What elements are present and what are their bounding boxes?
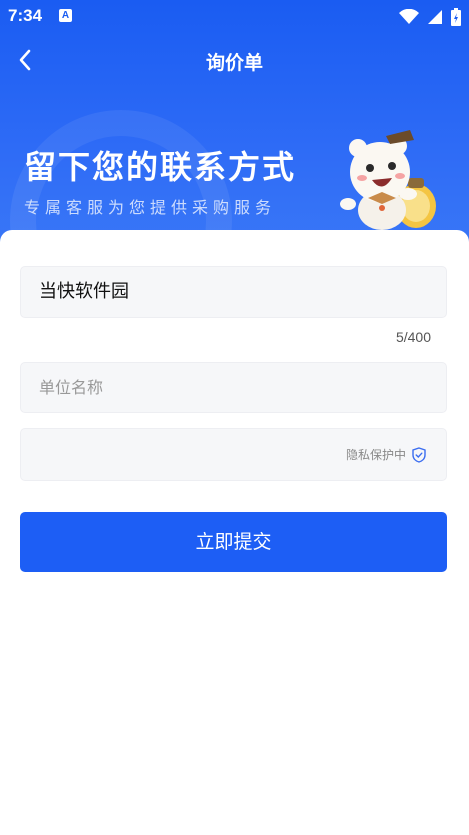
nav-bar: 询价单 bbox=[0, 40, 469, 80]
wifi-icon bbox=[398, 8, 419, 24]
privacy-indicator: 隐私保护中 bbox=[346, 446, 426, 463]
form-card: 当快软件园 5/400 单位名称 隐私保护中 立即提交 bbox=[0, 230, 469, 835]
status-bar: 7:34 A bbox=[0, 0, 469, 32]
mascot-illustration bbox=[340, 130, 436, 230]
notification-badge-icon: A bbox=[59, 9, 72, 22]
system-icons bbox=[396, 6, 461, 26]
hero-banner: 7:34 A 询价单 留下您的联系方式 专属客服为您提供采购服务 bbox=[0, 0, 469, 260]
char-counter: 5/400 bbox=[395, 329, 431, 345]
privacy-label: 隐私保护中 bbox=[345, 448, 406, 462]
hero-headline: 留下您的联系方式 bbox=[24, 148, 297, 186]
hero-subheadline: 专属客服为您提供采购服务 bbox=[24, 198, 277, 217]
battery-icon bbox=[451, 7, 461, 26]
page-title: 询价单 bbox=[205, 52, 263, 74]
contact-input[interactable]: 隐私保护中 bbox=[20, 428, 447, 481]
signal-icon bbox=[427, 9, 442, 24]
unit-name-input[interactable]: 单位名称 bbox=[20, 362, 447, 413]
submit-button[interactable]: 立即提交 bbox=[20, 512, 447, 572]
company-input-value: 当快软件园 bbox=[39, 281, 129, 302]
status-time: 7:34 bbox=[8, 6, 43, 25]
shield-check-icon bbox=[412, 446, 426, 463]
company-input[interactable]: 当快软件园 bbox=[20, 266, 447, 318]
unit-name-placeholder: 单位名称 bbox=[39, 378, 104, 397]
